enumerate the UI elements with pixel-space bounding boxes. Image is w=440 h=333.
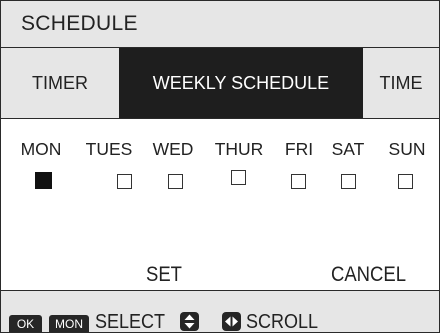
tab-timer[interactable]: TIMER [1, 48, 119, 118]
checkbox-wed[interactable] [168, 174, 183, 189]
checkbox-tues[interactable] [117, 174, 132, 189]
set-button[interactable]: SET [146, 263, 182, 287]
day-label-sun: SUN [388, 139, 426, 159]
cancel-button[interactable]: CANCEL [331, 263, 406, 287]
tab-weekly-schedule[interactable]: WEEKLY SCHEDULE [119, 48, 363, 118]
day-label-sat: SAT [331, 139, 365, 159]
hint-bar: OK MON SELECT SCROLL [1, 290, 439, 333]
checkbox-sun[interactable] [398, 174, 413, 189]
checkbox-fri[interactable] [291, 174, 306, 189]
page-title: SCHEDULE [21, 12, 138, 35]
day-label-thur: THUR [214, 139, 264, 159]
checkbox-mon[interactable] [35, 172, 52, 189]
mon-key: MON [49, 315, 89, 332]
left-right-arrows-icon [222, 312, 241, 331]
title-bar: SCHEDULE [1, 1, 439, 48]
up-down-arrows-icon [180, 312, 199, 331]
tab-time-label: TIME [379, 72, 423, 93]
checkbox-sat[interactable] [341, 174, 356, 189]
ok-key: OK [9, 315, 42, 332]
day-label-tues: TUES [85, 139, 133, 159]
select-hint: SELECT [95, 311, 166, 333]
day-label-wed: WED [152, 139, 194, 159]
tab-timer-label: TIMER [32, 72, 88, 93]
day-label-mon: MON [20, 139, 62, 159]
day-label-fri: FRI [284, 139, 314, 159]
tab-weekly-schedule-label: WEEKLY SCHEDULE [152, 72, 330, 93]
tab-bar: TIMER WEEKLY SCHEDULE TIME [1, 48, 439, 119]
tab-time[interactable]: TIME [363, 48, 439, 118]
checkbox-thur[interactable] [231, 170, 246, 185]
schedule-screen: SCHEDULE TIMER WEEKLY SCHEDULE TIME MON … [0, 0, 440, 333]
scroll-hint: SCROLL [246, 311, 319, 333]
